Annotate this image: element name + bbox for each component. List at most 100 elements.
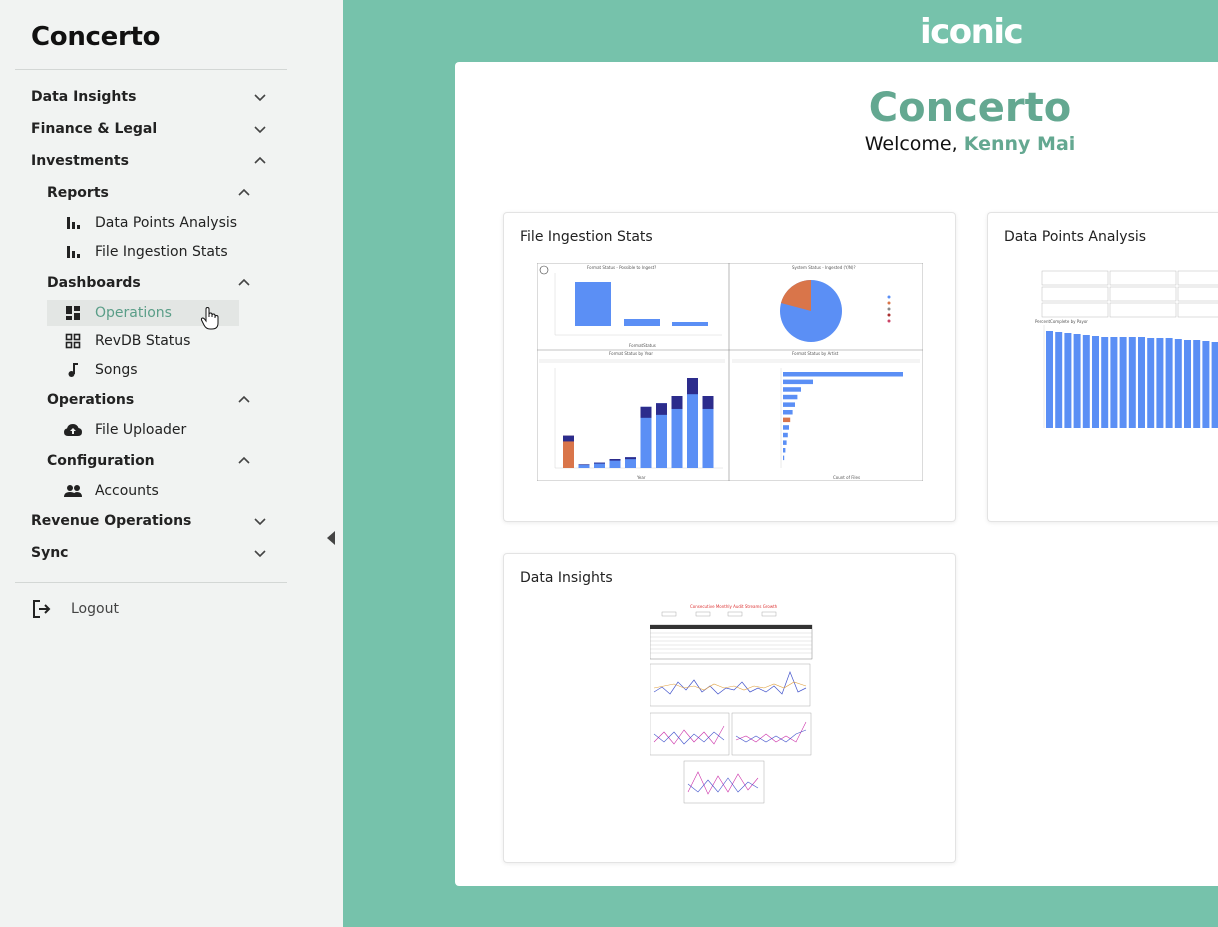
sidebar-item-data-points-analysis[interactable]: Data Points Analysis: [63, 211, 243, 235]
page-title: Concerto: [868, 85, 1072, 131]
dp-bar: [1156, 338, 1164, 428]
sidebar-item-revdb-status[interactable]: RevDB Status: [63, 329, 243, 353]
q4-bar: [783, 417, 791, 423]
nav-group-dashboards[interactable]: Dashboards: [47, 271, 251, 295]
dp-chart-title: PercentComplete by Payor: [1035, 319, 1088, 324]
q3-bar-cap: [640, 406, 652, 418]
dashboard-outline-icon: [63, 331, 83, 351]
nav-finance-legal[interactable]: Finance & Legal: [31, 117, 267, 141]
dp-bar: [1055, 332, 1063, 428]
q3-xlabel: Year: [636, 475, 646, 480]
q4-bar: [783, 379, 813, 385]
card-title: File Ingestion Stats: [520, 229, 653, 245]
sidebar-item-label: Accounts: [95, 483, 159, 499]
q3-bar-cap: [671, 396, 683, 409]
file-ingestion-thumbnail: Format Status - Possible to Ingest? Form…: [537, 263, 923, 481]
dp-bar: [1119, 337, 1127, 428]
q1-bar: [672, 322, 708, 326]
dp-bar: [1128, 337, 1136, 428]
nav-group-operations[interactable]: Operations: [47, 388, 251, 412]
column-table: [1041, 270, 1218, 318]
welcome-message: Welcome, Kenny Mai: [770, 133, 1170, 155]
card-title: Data Points Analysis: [1004, 229, 1147, 245]
dp-bar: [1110, 337, 1118, 428]
collapse-sidebar-icon[interactable]: [326, 530, 336, 546]
nav-label: Finance & Legal: [31, 121, 158, 137]
dp-bar: [1165, 338, 1173, 428]
group-label: Dashboards: [47, 275, 141, 291]
dp-bar: [1082, 335, 1090, 428]
q4-bar: [783, 372, 903, 377]
q4-bar: [783, 387, 801, 392]
people-icon: [63, 481, 83, 501]
dp-bar: [1184, 340, 1191, 428]
sidebar-item-label: File Uploader: [95, 422, 187, 438]
dashboard-card-data-insights[interactable]: Data Insights Consecutive Monthly Audit …: [503, 553, 956, 863]
sidebar-item-file-ingestion-stats[interactable]: File Ingestion Stats: [63, 240, 243, 264]
sidebar-item-songs[interactable]: Songs: [63, 358, 243, 382]
q3-bar-cap: [702, 396, 714, 409]
dp-bar: [1147, 338, 1155, 428]
insights-line-chart: [650, 663, 811, 707]
sidebar-item-label: Operations: [95, 305, 172, 321]
q4-bar: [783, 440, 787, 445]
nav-sync[interactable]: Sync: [31, 541, 267, 565]
q3-bar-cap: [563, 435, 574, 442]
q4-bar: [783, 394, 798, 400]
sidebar-item-label: RevDB Status: [95, 333, 191, 349]
sidebar: Concerto Data Insights Finance & Legal I…: [0, 0, 343, 927]
nav-investments[interactable]: Investments: [31, 149, 267, 173]
nav-revenue-operations[interactable]: Revenue Operations: [31, 509, 267, 533]
q4-bar: [783, 432, 788, 438]
nav-data-insights[interactable]: Data Insights: [31, 85, 267, 109]
sidebar-item-accounts[interactable]: Accounts: [63, 479, 243, 503]
dp-bar: [1073, 334, 1081, 428]
nav-label: Investments: [31, 153, 129, 169]
q1-xlabel: FormatStatus: [629, 343, 656, 348]
q4-bar: [783, 410, 793, 415]
divider: [15, 582, 287, 583]
dp-bar: [1046, 331, 1053, 428]
q4-bar: [783, 402, 795, 407]
q3-bar-cap: [594, 462, 605, 464]
sidebar-brand: Concerto: [31, 22, 161, 52]
dp-bar: [1064, 333, 1072, 428]
nav-label: Revenue Operations: [31, 513, 192, 529]
dp-bar: [1211, 342, 1218, 428]
dp-bar: [1092, 336, 1099, 428]
q1-bar: [624, 319, 660, 326]
nav-group-configuration[interactable]: Configuration: [47, 449, 251, 473]
dp-bar: [1202, 341, 1210, 428]
logout-label: Logout: [71, 601, 119, 617]
q3-bar-cap: [656, 403, 667, 415]
q4-title: Format Status by Artist: [792, 351, 839, 356]
chevron-up-icon: [238, 456, 250, 464]
q3-bar-cap: [687, 378, 698, 395]
q4-bar: [783, 455, 785, 461]
dp-bar-group: [1046, 331, 1218, 428]
music-note-icon: [63, 360, 83, 380]
chevron-up-icon: [238, 278, 250, 286]
bar-chart-icon: [63, 213, 83, 233]
chevron-down-icon: [254, 518, 266, 526]
chevron-down-icon: [254, 550, 266, 558]
sidebar-item-file-uploader[interactable]: File Uploader: [63, 418, 243, 442]
dp-bar: [1101, 337, 1109, 428]
dp-bar: [1138, 337, 1145, 428]
q3-title: Format Status by Year: [609, 351, 653, 356]
sidebar-item-label: File Ingestion Stats: [95, 244, 228, 260]
nav-label: Sync: [31, 545, 69, 561]
bar-chart-icon: [63, 242, 83, 262]
chevron-up-icon: [238, 188, 250, 196]
q1-title: Format Status - Possible to Ingest?: [587, 265, 656, 270]
nav-group-reports[interactable]: Reports: [47, 181, 251, 205]
dashboard-card-data-points-analysis[interactable]: Data Points Analysis PercentComplete by …: [987, 212, 1218, 522]
nav-label: Data Insights: [31, 89, 137, 105]
q2-title: System Status - Ingested (Y/N)?: [792, 265, 856, 270]
dashboard-card-file-ingestion-stats[interactable]: File Ingestion Stats Format Status - Pos…: [503, 212, 956, 522]
logout-button[interactable]: Logout: [31, 597, 119, 621]
q4-xlabel: Count of Files: [833, 475, 860, 480]
chevron-down-icon: [254, 126, 266, 134]
card-title: Data Insights: [520, 570, 613, 586]
hand-cursor-icon: [200, 307, 219, 330]
